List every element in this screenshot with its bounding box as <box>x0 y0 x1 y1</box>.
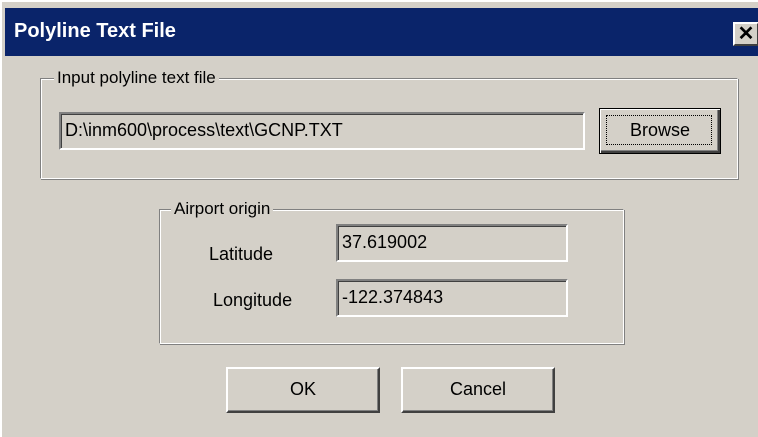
latitude-label: Latitude <box>209 244 274 264</box>
ok-button[interactable]: OK <box>226 367 380 413</box>
ok-button-label: OK <box>289 379 316 399</box>
latitude-field[interactable]: 37.619002 <box>336 224 568 262</box>
title-bar[interactable]: Polyline Text File ✕ <box>5 8 758 56</box>
airport-origin-group-label: Airport origin <box>171 199 274 219</box>
longitude-field[interactable]: -122.374843 <box>336 279 568 317</box>
close-button[interactable]: ✕ <box>733 22 758 46</box>
browse-button[interactable]: Browse <box>599 108 721 154</box>
cancel-button-label: Cancel <box>449 379 507 399</box>
polyline-text-file-dialog: Polyline Text File ✕ Input polyline text… <box>0 0 758 437</box>
input-file-group-label: Input polyline text file <box>54 68 219 88</box>
cancel-button[interactable]: Cancel <box>401 367 555 413</box>
file-path-field[interactable]: D:\inm600\process\text\GCNP.TXT <box>59 112 585 150</box>
close-icon: ✕ <box>737 23 755 45</box>
window-title: Polyline Text File <box>14 20 176 42</box>
focus-rectangle <box>606 115 712 145</box>
longitude-label: Longitude <box>213 290 293 310</box>
